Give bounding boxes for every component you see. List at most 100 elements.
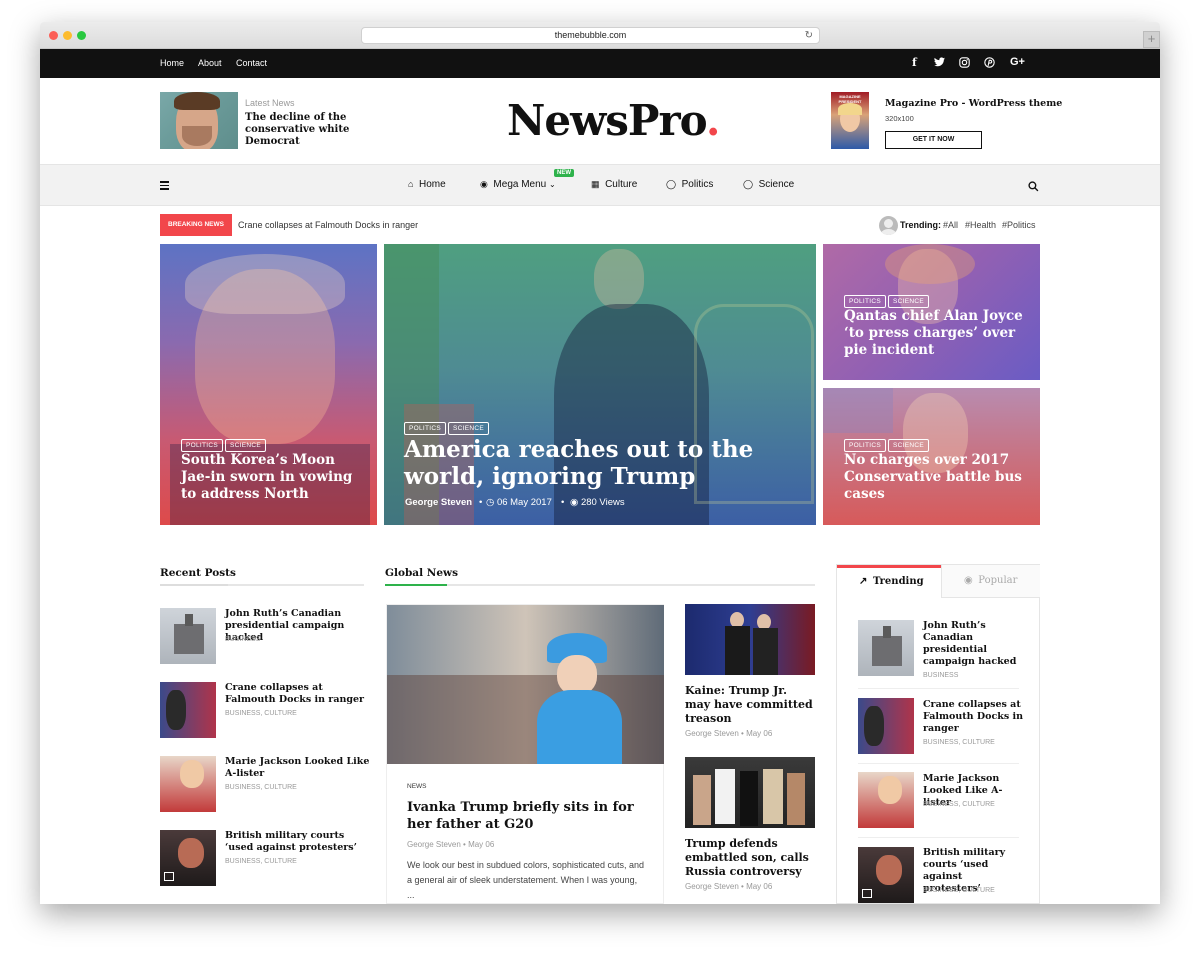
recent-post-title-4[interactable]: British military courts ‘used against pr… <box>225 830 370 854</box>
recent-post-title-2[interactable]: Crane collapses at Falmouth Docks in ran… <box>225 682 370 706</box>
maximize-window-icon[interactable] <box>77 31 86 40</box>
nav-item-science[interactable]: ◯ Science <box>743 179 794 190</box>
address-bar[interactable]: themebubble.com ↻ <box>361 27 820 44</box>
hero-rt-tag-science[interactable]: SCIENCE <box>888 295 930 308</box>
new-badge: NEW <box>554 169 574 177</box>
recent-post-title-3[interactable]: Marie Jackson Looked Like A-lister <box>225 756 370 780</box>
trending-tag-all[interactable]: #All <box>943 220 958 230</box>
global-news-side-meta-2: George Steven • May 06 <box>685 882 773 891</box>
global-news-main-category[interactable]: NEWS <box>407 783 427 790</box>
browser-window: themebubble.com ↻ + Home About Contact f… <box>40 22 1160 904</box>
tab-popular-label: Popular <box>978 575 1018 586</box>
breaking-news-headline[interactable]: Crane collapses at Falmouth Docks in ran… <box>238 220 418 230</box>
hero-center-title[interactable]: America reaches out to the world, ignori… <box>404 436 804 490</box>
hero-left-title[interactable]: South Korea’s Moon Jae-in sworn in vowin… <box>181 452 366 503</box>
tab-popular[interactable]: ◉ Popular <box>941 565 1040 598</box>
twitter-icon[interactable] <box>934 57 945 70</box>
minimize-window-icon[interactable] <box>63 31 72 40</box>
nav-label-culture: Culture <box>605 179 638 190</box>
hero-card-left[interactable]: POLITICS SCIENCE South Korea’s Moon Jae-i… <box>160 244 377 525</box>
topbar-link-home[interactable]: Home <box>160 58 184 68</box>
list-item[interactable] <box>160 830 216 886</box>
search-icon[interactable] <box>1028 179 1039 197</box>
hero-left-tag-science[interactable]: SCIENCE <box>225 439 267 452</box>
nav-item-culture[interactable]: ▦ Culture <box>591 179 637 190</box>
reload-icon[interactable]: ↻ <box>805 28 813 43</box>
nav-item-politics[interactable]: ◯ Politics <box>666 179 713 190</box>
global-news-side-title-2[interactable]: Trump defends embattled son, calls Russi… <box>685 837 815 879</box>
hero-card-right-top[interactable]: POLITICS SCIENCE Qantas chief Alan Joyce … <box>823 244 1040 380</box>
list-item[interactable] <box>160 756 216 812</box>
hero-center-views-text: 280 Views <box>580 497 625 508</box>
hero-rb-tag-science[interactable]: SCIENCE <box>888 439 930 452</box>
global-news-main-card[interactable]: NEWS Ivanka Trump briefly sits in for he… <box>386 604 664 904</box>
nav-item-mega-menu[interactable]: ◉ Mega Menu ⌄ <box>480 179 556 190</box>
global-news-main-title[interactable]: Ivanka Trump briefly sits in for her fat… <box>407 799 647 833</box>
global-news-side-date-1: May 06 <box>746 729 773 738</box>
latest-news-title[interactable]: The decline of the conservative white De… <box>245 112 395 148</box>
trending-item-title-1[interactable]: John Ruth’s Canadian presidential campai… <box>923 620 1023 668</box>
facebook-icon[interactable]: f <box>912 56 917 69</box>
trending-tag-politics[interactable]: #Politics <box>1002 220 1036 230</box>
recent-post-meta-4: BUSINESS, CULTURE <box>225 858 297 865</box>
hero-card-right-bottom[interactable]: POLITICS SCIENCE No charges over 2017 Con… <box>823 388 1040 525</box>
global-news-side-image-1[interactable] <box>685 604 815 675</box>
hero-rb-tag-politics[interactable]: POLITICS <box>844 439 887 452</box>
popular-tab-content: ◉ Popular <box>964 575 1017 586</box>
hero-center-tag-science[interactable]: SCIENCE <box>448 422 490 435</box>
global-news-side-image-2[interactable] <box>685 757 815 828</box>
list-item[interactable] <box>858 847 914 903</box>
recent-post-meta-3: BUSINESS, CULTURE <box>225 784 297 791</box>
site-logo[interactable]: NewsPro. <box>507 96 721 145</box>
trending-tag-health[interactable]: #Health <box>965 220 996 230</box>
main-nav: ⌂ Home ◉ Mega Menu ⌄ NEW ▦ Culture ◯ Pol… <box>40 164 1160 206</box>
fire-icon: ◉ <box>480 179 488 189</box>
global-news-side-author-2[interactable]: George Steven <box>685 882 739 891</box>
hamburger-menu-icon[interactable] <box>160 181 169 190</box>
list-item[interactable] <box>858 698 914 754</box>
divider <box>858 688 1019 689</box>
hero-center-author[interactable]: George Steven <box>405 497 472 508</box>
get-it-now-button[interactable]: GET IT NOW <box>885 131 982 149</box>
global-news-main-image[interactable] <box>387 605 664 764</box>
breaking-news-label: BREAKING NEWS <box>160 214 232 236</box>
trending-tab-content: ↗ Trending <box>859 576 924 587</box>
logo-text: NewsPro <box>507 96 707 145</box>
instagram-icon[interactable] <box>959 57 970 71</box>
ad-size: 320x100 <box>885 114 914 123</box>
trending-item-title-2[interactable]: Crane collapses at Falmouth Docks in ran… <box>923 699 1023 735</box>
list-item[interactable] <box>858 620 914 676</box>
nav-item-home[interactable]: ⌂ Home <box>408 179 446 190</box>
new-tab-icon[interactable]: + <box>1143 31 1160 48</box>
list-item[interactable] <box>858 772 914 828</box>
hero-rt-tag-politics[interactable]: POLITICS <box>844 295 887 308</box>
google-plus-icon[interactable]: G+ <box>1010 56 1025 68</box>
avatar <box>879 216 898 235</box>
hero-left-tag-politics[interactable]: POLITICS <box>181 439 224 452</box>
latest-news-thumbnail[interactable] <box>160 92 238 149</box>
list-item[interactable] <box>160 608 216 664</box>
hero-rt-title[interactable]: Qantas chief Alan Joyce ‘to press charge… <box>844 308 1029 359</box>
hero-card-center[interactable]: POLITICS SCIENCE America reaches out to t… <box>384 244 816 525</box>
tab-trending[interactable]: ↗ Trending <box>837 565 941 598</box>
global-news-side-author-1[interactable]: George Steven <box>685 729 739 738</box>
hero-rb-title[interactable]: No charges over 2017 Conservative battle… <box>844 452 1029 503</box>
hero-center-tag-politics[interactable]: POLITICS <box>404 422 447 435</box>
topbar-link-contact[interactable]: Contact <box>236 58 267 68</box>
global-news-main-author[interactable]: George Steven <box>407 840 461 849</box>
list-item[interactable] <box>160 682 216 738</box>
nav-label-science: Science <box>758 179 795 190</box>
clock-icon: ◷ <box>486 497 495 508</box>
close-window-icon[interactable] <box>49 31 58 40</box>
recent-post-meta-2: BUSINESS, CULTURE <box>225 710 297 717</box>
global-news-side-title-1[interactable]: Kaine: Trump Jr. may have committed trea… <box>685 684 815 726</box>
topbar-link-about[interactable]: About <box>198 58 222 68</box>
pinterest-icon[interactable] <box>984 57 995 71</box>
gallery-icon <box>862 889 872 898</box>
global-news-main-meta: George Steven • May 06 <box>407 840 495 849</box>
gallery-icon <box>164 872 174 881</box>
top-bar: Home About Contact f G+ <box>40 49 1160 78</box>
nav-label-mega-menu: Mega Menu <box>493 179 547 190</box>
global-news-main-excerpt: We look our best in subdued colors, soph… <box>407 860 644 900</box>
magazine-cover-image[interactable]: MAGAZINE PRESIDENT <box>831 92 869 149</box>
